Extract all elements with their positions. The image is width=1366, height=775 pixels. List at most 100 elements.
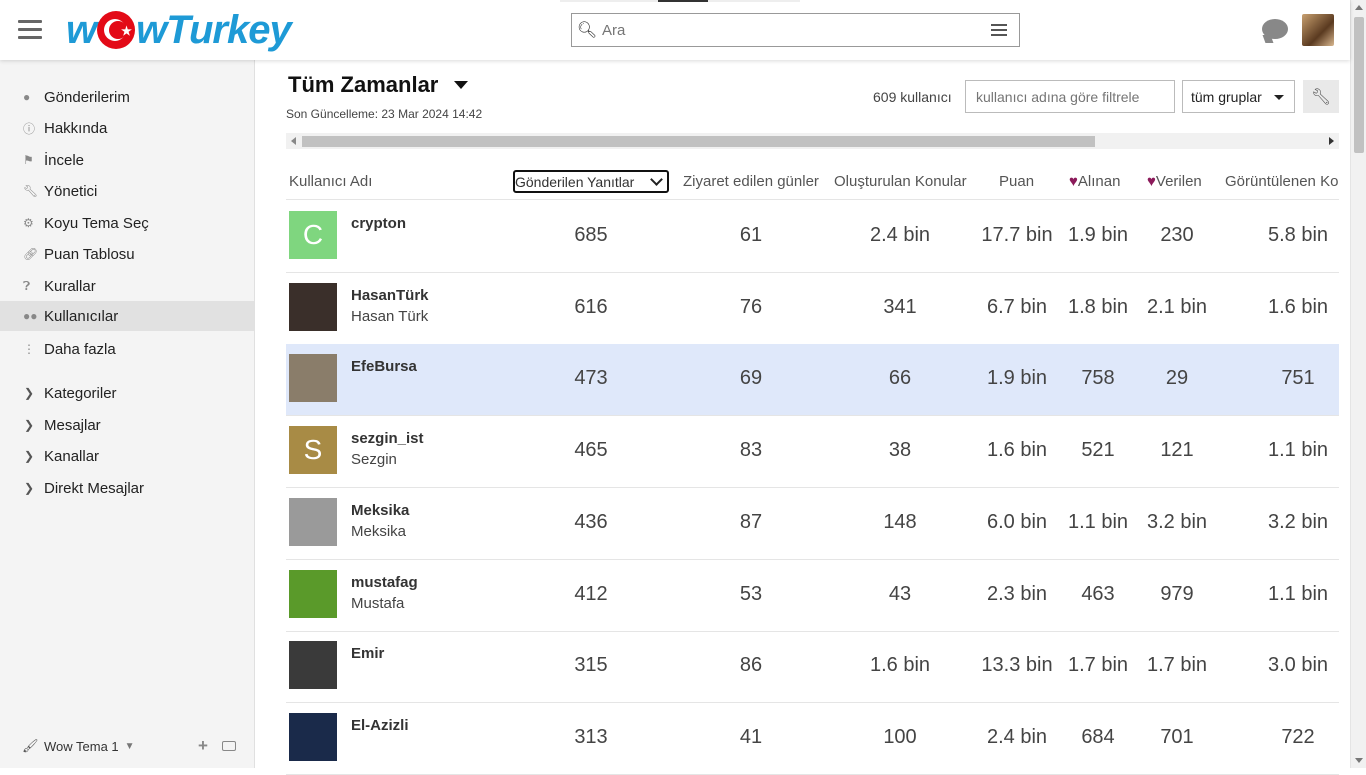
- table-row[interactable]: Emir 315 86 1.6 bin 13.3 bin 1.7 bin 1.7 bin 3.…: [286, 631, 1339, 704]
- info-icon: ⓘ: [23, 121, 36, 136]
- cell-days: 41: [739, 725, 763, 748]
- search-filter-icon[interactable]: [979, 24, 1019, 36]
- sidebar-item-kurallar[interactable]: ❓︎ Kurallar: [0, 271, 254, 301]
- username-filter-input[interactable]: [965, 80, 1175, 113]
- sidebar-section-mesajlar[interactable]: ❯ Mesajlar: [0, 410, 254, 440]
- username-link[interactable]: Meksika: [351, 502, 409, 519]
- table-row[interactable]: HasanTürk Hasan Türk 616 76 341 6.7 bin 1.8 bi…: [286, 273, 1339, 345]
- sidebar-item-label: Kullanıcılar: [44, 307, 119, 325]
- chevron-down-icon[interactable]: ▼: [125, 741, 135, 752]
- sidebar-item-daha-fazla[interactable]: ⋮ Daha fazla: [0, 334, 254, 364]
- search-input[interactable]: [602, 21, 979, 39]
- username-link[interactable]: Emir: [351, 645, 384, 662]
- table-header: Kullanıcı Adı Gönderilen Yanıtlar Ziyare…: [286, 164, 1339, 200]
- avatar[interactable]: C: [289, 211, 337, 259]
- cell-topics: 148: [883, 510, 917, 533]
- users-icon: ●●: [23, 309, 38, 323]
- avatar[interactable]: [289, 354, 337, 403]
- caret-down-icon: [1274, 95, 1284, 100]
- username-link[interactable]: mustafag: [351, 574, 418, 591]
- sidebar-item-label: Hakkında: [44, 119, 108, 137]
- avatar[interactable]: [289, 497, 337, 546]
- table-row[interactable]: mustafag Mustafa 412 53 43 2.3 bin 463 979 1.1 b…: [286, 560, 1339, 632]
- sidebar-item-hakkinda[interactable]: ⓘ Hakkında: [0, 113, 254, 143]
- cell-viewed: 1.6 bin: [1267, 295, 1329, 318]
- sidebar-section-direkt-mesajlar[interactable]: ❯ Direkt Mesajlar: [0, 473, 254, 503]
- horizontal-scrollbar[interactable]: [286, 133, 1339, 149]
- settings-wrench-button[interactable]: 🔧︎: [1303, 80, 1339, 113]
- cell-replies: 616: [574, 295, 608, 318]
- table-row[interactable]: Ssezgin_ist Sezgin 465 83 38 1.6 bin 521 121 1.1…: [286, 416, 1339, 489]
- cell-replies: 436: [574, 510, 608, 533]
- sidebar-section-label: Kanallar: [44, 447, 100, 465]
- username-link[interactable]: El-Azizli: [351, 717, 409, 734]
- cell-given: 230: [1160, 224, 1194, 246]
- gear-icon: ⚙: [23, 216, 34, 230]
- sidebar-item-label: Puan Tablosu: [44, 245, 135, 263]
- avatar[interactable]: [289, 641, 337, 690]
- user-avatar[interactable]: [1302, 14, 1334, 46]
- col-days[interactable]: Ziyaret edilen günler: [683, 173, 819, 190]
- hamburger-menu-icon[interactable]: [18, 20, 42, 40]
- cell-given: 1.7 bin: [1146, 654, 1208, 677]
- col-viewed[interactable]: Görüntülenen Ko: [1225, 173, 1338, 190]
- avatar[interactable]: S: [289, 426, 337, 475]
- sidebar-item-label: Kurallar: [44, 277, 96, 295]
- wrench-icon: 🔧︎: [1310, 88, 1332, 106]
- col-given[interactable]: ♥Verilen: [1147, 173, 1202, 190]
- table-row[interactable]: El-Azizli 313 41 100 2.4 bin 684 701 722: [286, 703, 1339, 775]
- cell-viewed: 1.1 bin: [1267, 439, 1329, 462]
- keyboard-icon[interactable]: [222, 741, 236, 751]
- username-link[interactable]: sezgin_ist: [351, 430, 424, 447]
- caret-down-icon[interactable]: [454, 81, 469, 89]
- turkey-flag-icon: ★: [97, 11, 136, 49]
- sidebar-item-incele[interactable]: ⚑ İncele: [0, 145, 254, 175]
- username-link[interactable]: EfeBursa: [351, 358, 417, 375]
- col-username[interactable]: Kullanıcı Adı: [289, 173, 372, 190]
- col-received-label: Alınan: [1077, 173, 1121, 190]
- table-row[interactable]: Ccrypton 685 61 2.4 bin 17.7 bin 1.9 bin 230 5.…: [286, 201, 1339, 273]
- page-title[interactable]: Tüm Zamanlar: [288, 72, 469, 98]
- username-link[interactable]: crypton: [351, 215, 406, 232]
- table-row[interactable]: EfeBursa 473 69 66 1.9 bin 758 29 751: [286, 344, 1339, 417]
- sidebar-item-yonetici[interactable]: 🔧︎ Yönetici: [0, 176, 254, 206]
- chevron-right-icon: ❯: [24, 386, 35, 400]
- username-link[interactable]: HasanTürk: [351, 287, 429, 304]
- avatar[interactable]: [289, 569, 337, 618]
- real-name: Hasan Türk: [351, 307, 429, 325]
- cell-viewed: 751: [1281, 367, 1315, 390]
- vertical-scrollbar[interactable]: [1350, 0, 1366, 768]
- search-box[interactable]: 🔍︎: [571, 13, 1020, 47]
- sidebar-footer: 🖌︎ Wow Tema 1 ▼ +: [0, 732, 254, 760]
- col-topics[interactable]: Oluşturulan Konular: [834, 173, 967, 190]
- avatar[interactable]: [289, 712, 337, 761]
- col-received[interactable]: ♥Alınan: [1069, 173, 1120, 190]
- avatar[interactable]: [289, 282, 337, 331]
- cell-topics: 100: [883, 725, 917, 748]
- sidebar-item-koyu-tema[interactable]: ⚙ Koyu Tema Seç: [0, 208, 254, 238]
- cell-topics: 341: [883, 295, 917, 318]
- user-icon: ●: [23, 90, 31, 104]
- tab-indicator: [560, 0, 800, 2]
- theme-selector[interactable]: Wow Tema 1: [44, 739, 119, 754]
- site-logo[interactable]: w ★ wTurkey: [66, 6, 292, 54]
- plus-icon[interactable]: +: [198, 736, 208, 756]
- sidebar-section-kategoriler[interactable]: ❯ Kategoriler: [0, 378, 254, 408]
- sidebar-item-gonderilerim[interactable]: ● Gönderilerim: [0, 82, 254, 112]
- chevron-right-icon: ❯: [24, 449, 35, 463]
- cell-replies: 313: [574, 725, 608, 748]
- sidebar-item-puan-tablosu[interactable]: 🔗︎ Puan Tablosu: [0, 239, 254, 269]
- sidebar-item-kullanicilar[interactable]: ●● Kullanıcılar: [0, 301, 254, 331]
- cell-viewed: 3.0 bin: [1267, 654, 1329, 677]
- col-replies-sorted[interactable]: Gönderilen Yanıtlar: [513, 170, 669, 193]
- cell-given: 3.2 bin: [1146, 510, 1208, 533]
- chat-icon[interactable]: [1262, 19, 1288, 39]
- group-select[interactable]: tüm gruplar: [1182, 80, 1295, 113]
- cell-days: 61: [739, 224, 763, 246]
- sidebar-section-kanallar[interactable]: ❯ Kanallar: [0, 441, 254, 471]
- cell-days: 53: [739, 582, 763, 605]
- cell-replies: 315: [574, 654, 608, 677]
- table-row[interactable]: Meksika Meksika 436 87 148 6.0 bin 1.1 bin 3.2 …: [286, 488, 1339, 560]
- col-points[interactable]: Puan: [999, 173, 1034, 190]
- cell-viewed: 1.1 bin: [1267, 582, 1329, 605]
